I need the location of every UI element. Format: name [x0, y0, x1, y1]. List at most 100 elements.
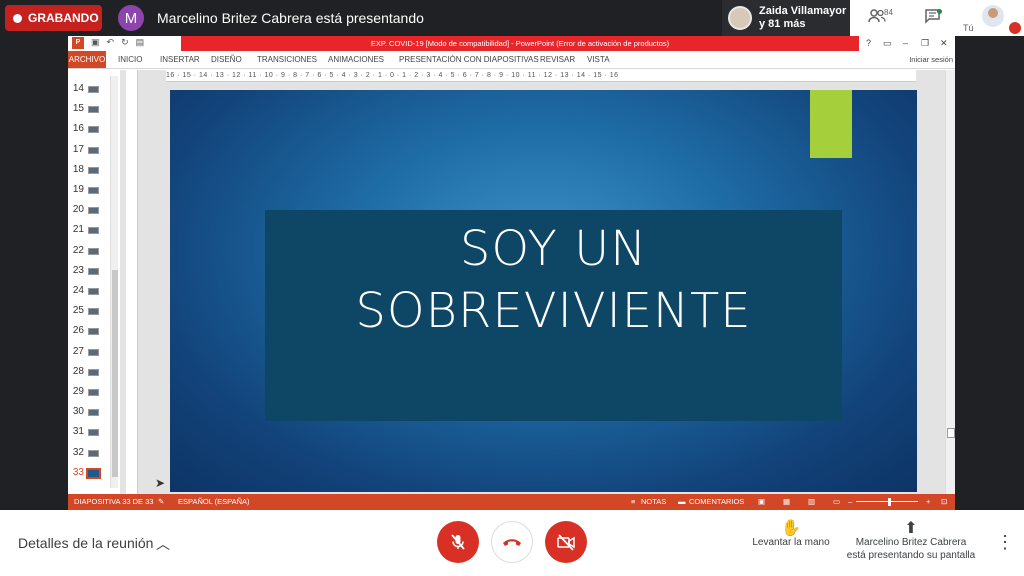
tab-diseno[interactable]: DISEÑO: [211, 55, 242, 64]
slide-scroll-thumb[interactable]: [947, 428, 955, 438]
horizontal-ruler: 16 · 15 · 14 · 13 · 12 · 11 · 10 · 9 · 8…: [166, 70, 916, 82]
microphone-off-icon: [451, 534, 465, 550]
slide-title-line2: SOBREVIVIENTE: [355, 283, 752, 339]
recording-label: GRABANDO: [28, 11, 99, 25]
slide-thumbnail-image: [88, 449, 99, 457]
zoom-out-icon[interactable]: –: [848, 494, 852, 510]
current-slide[interactable]: SOY UN SOBREVIVIENTE: [170, 90, 917, 492]
slide-thumbnail-image: [88, 86, 99, 93]
tab-presentacion[interactable]: PRESENTACIÓN CON DIAPOSITIVAS: [399, 55, 539, 64]
comments-button[interactable]: COMENTARIOS: [689, 494, 744, 510]
presenting-line1: Marcelino Britez Cabrera: [855, 537, 967, 548]
slide-thumbnail-image: [88, 207, 99, 215]
notes-icon[interactable]: ≡: [631, 494, 635, 510]
start-slideshow-icon[interactable]: ▤: [136, 37, 145, 49]
chat-unread-dot: [937, 9, 942, 14]
slide-thumbnail-image: [88, 288, 99, 295]
camera-off-icon: [557, 534, 575, 551]
undo-icon[interactable]: ↶: [107, 37, 115, 49]
slide-thumbnail-image: [88, 389, 99, 396]
slide-thumbnail-number: 31: [72, 426, 84, 438]
powerpoint-logo-icon: P: [72, 37, 84, 49]
meeting-details-button[interactable]: Detalles de la reunión: [18, 535, 153, 551]
thumbnail-scroll-thumb[interactable]: [112, 270, 118, 477]
ppt-window-title: EXP. COVID-19 [Modo de compatibilidad] -…: [181, 36, 859, 51]
meet-bottom-bar: Detalles de la reunión ︿ ✋ Levantar la m…: [0, 510, 1024, 576]
slide-thumbnail-image: [88, 247, 99, 255]
slide-thumbnail-number: 26: [72, 325, 84, 337]
restore-icon[interactable]: ❐: [921, 38, 929, 49]
redo-icon[interactable]: ↻: [121, 37, 129, 49]
comments-icon[interactable]: ▬: [678, 494, 686, 510]
slide-thumbnail-number: 27: [72, 345, 84, 357]
slideshow-view-icon[interactable]: ▭: [833, 494, 840, 510]
tab-inicio[interactable]: INICIO: [118, 55, 142, 64]
sign-in-link[interactable]: Iniciar sesión: [909, 55, 953, 64]
notes-button[interactable]: NOTAS: [641, 494, 666, 510]
zoom-slider[interactable]: [856, 501, 918, 502]
help-icon[interactable]: ?: [866, 38, 871, 48]
thumbnail-scrollbar[interactable]: [110, 76, 118, 488]
chevron-up-icon[interactable]: ︿: [156, 534, 170, 554]
slide-thumbnail-image: [88, 227, 99, 235]
status-language[interactable]: ESPAÑOL (ESPAÑA): [178, 494, 250, 510]
spellcheck-icon[interactable]: ✎: [158, 494, 164, 510]
slide-title[interactable]: SOY UN SOBREVIVIENTE: [265, 218, 842, 342]
zoom-in-icon[interactable]: +: [926, 494, 930, 510]
slide-thumbnail-number: 19: [72, 184, 84, 195]
slide-thumbnail-image: [88, 126, 99, 134]
slide-thumbnail-number: 32: [72, 446, 84, 458]
slide-thumbnail-number: 14: [72, 83, 84, 94]
status-slide-count: DIAPOSITIVA 33 DE 33: [74, 497, 154, 506]
minimize-icon[interactable]: –: [903, 38, 908, 48]
tab-insertar[interactable]: INSERTAR: [160, 55, 200, 64]
save-icon[interactable]: ▣: [91, 37, 100, 49]
slide-thumbnail-number: 22: [72, 244, 84, 256]
tab-animaciones[interactable]: ANIMACIONES: [328, 55, 384, 64]
tab-transiciones[interactable]: TRANSICIONES: [257, 55, 317, 64]
presentation-status-button[interactable]: ⬆ Marcelino Britez Cabrera está presenta…: [840, 520, 982, 562]
slide-thumbnail-image: [88, 308, 99, 316]
normal-view-icon[interactable]: ▣: [758, 494, 765, 510]
microphone-off-button[interactable]: [437, 521, 479, 563]
ppt-workspace: 14 15 16 17 18 19 20 21 22 23 24 25 26 27 28 29 30 31 32 33…: [68, 70, 955, 494]
present-screen-icon: ⬆: [904, 520, 918, 537]
ribbon-display-icon[interactable]: ▭: [883, 38, 892, 49]
hand-icon: ✋: [781, 520, 801, 537]
zoom-slider-knob[interactable]: [888, 498, 891, 506]
presenter-status: Marcelino Britez Cabrera está presentand…: [157, 10, 424, 26]
slide-thumbnail-image: [88, 348, 99, 356]
slide-thumbnail-image: [88, 328, 99, 336]
participants-summary: Zaida Villamayor y 81 más: [759, 5, 846, 31]
ppt-title-strip: P ▣ ↶ ↻ ▤ EXP. COVID-19 [Modo de compati…: [68, 36, 955, 51]
mouse-pointer-icon: ➤: [155, 476, 166, 490]
more-options-icon[interactable]: ⋮: [996, 532, 1014, 553]
slide-thumbnail-number: 20: [72, 204, 84, 216]
slide-scrollbar[interactable]: [945, 70, 955, 494]
meet-top-bar: GRABANDO M Marcelino Britez Cabrera está…: [0, 0, 1024, 36]
slide-thumbnail-number: 16: [72, 123, 84, 135]
slide-thumbnail-number: 21: [72, 224, 84, 236]
reading-view-icon[interactable]: ▥: [808, 494, 815, 510]
participants-chip[interactable]: Zaida Villamayor y 81 más: [722, 0, 850, 36]
slide-thumbnail-number: 25: [72, 305, 84, 317]
slide-thumbnail-number: 18: [72, 163, 84, 175]
tab-revisar[interactable]: REVISAR: [540, 55, 575, 64]
self-label: Tú: [963, 23, 974, 33]
slide-thumbnail-number: 28: [72, 365, 84, 377]
slide-thumbnail-image: [86, 467, 101, 479]
tab-vista[interactable]: VISTA: [587, 55, 610, 64]
camera-off-button[interactable]: [545, 521, 587, 563]
sorter-view-icon[interactable]: ▦: [783, 494, 790, 510]
slide-thumbnail-image: [88, 368, 99, 376]
raise-hand-button[interactable]: ✋ Levantar la mano: [748, 520, 834, 549]
slide-thumbnail-number: 33: [72, 466, 84, 478]
tab-archivo[interactable]: ARCHIVO: [68, 51, 106, 68]
quick-access-toolbar: P ▣ ↶ ↻ ▤: [72, 37, 144, 49]
participant-avatar: [728, 6, 752, 30]
close-icon[interactable]: ✕: [940, 38, 948, 49]
slide-title-line1: SOY UN: [459, 221, 648, 277]
leave-call-button[interactable]: [491, 521, 533, 563]
fit-slide-icon[interactable]: ⊡: [941, 494, 947, 510]
slide-thumbnail-image: [88, 146, 99, 154]
